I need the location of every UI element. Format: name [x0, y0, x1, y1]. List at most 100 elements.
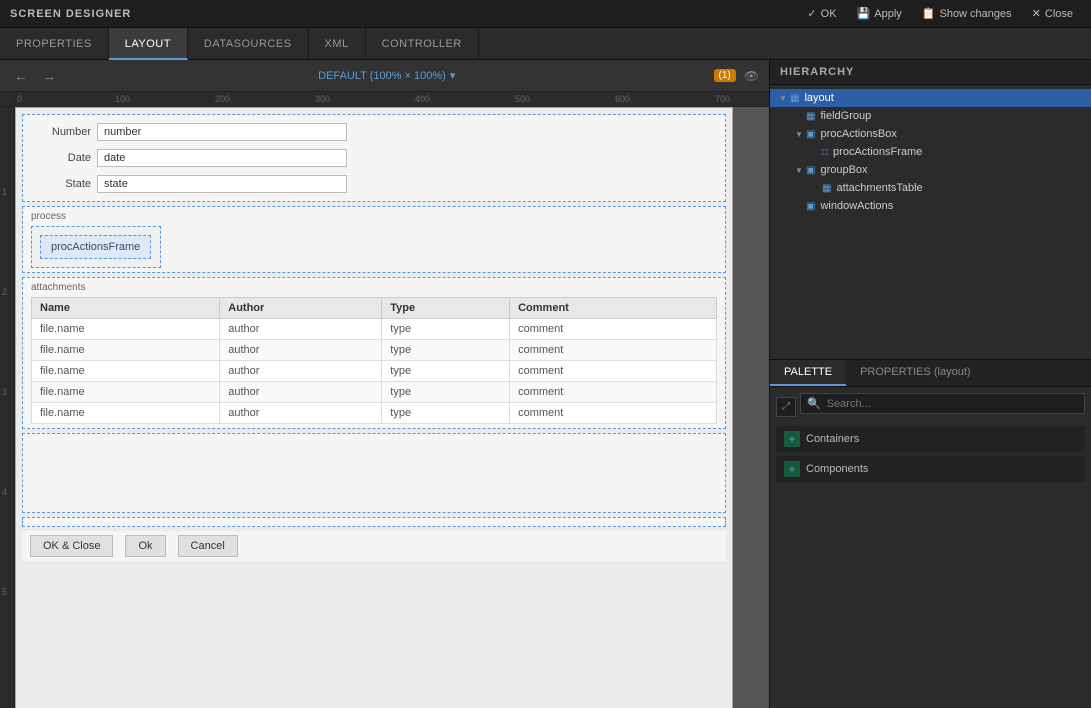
tab-xml[interactable]: XML	[309, 28, 366, 60]
title-bar: SCREEN DESIGNER ✓ OK 💾 Apply 📋 Show chan…	[0, 0, 1091, 28]
tree-icon-procActionsBox: ▣	[806, 129, 815, 140]
tree-label-groupBox: groupBox	[820, 164, 867, 176]
vertical-ruler: 1 2 3 4 5	[0, 107, 15, 708]
table-row: file.nameauthortypecomment	[32, 340, 717, 361]
table-cell: file.name	[32, 319, 220, 340]
number-row: Number	[31, 119, 717, 145]
cancel-button-form[interactable]: Cancel	[178, 535, 238, 557]
attachments-label: attachments	[31, 282, 717, 293]
eye-icon[interactable]: 👁	[744, 69, 759, 83]
components-group-label: Components	[806, 463, 868, 475]
components-group-header[interactable]: + Components	[776, 456, 1085, 482]
state-label: State	[31, 178, 91, 190]
tree-item-layout[interactable]: ▼▦ layout	[770, 89, 1091, 107]
tree-icon-attachmentsTable: ▦	[822, 183, 831, 194]
table-cell: author	[220, 382, 382, 403]
tree-item-fieldGroup[interactable]: ▦fieldGroup	[770, 107, 1091, 125]
attachments-table: Name Author Type Comment file.nameauthor…	[31, 297, 717, 424]
date-row: Date	[31, 145, 717, 171]
tab-layout[interactable]: LAYOUT	[109, 28, 188, 60]
tree-arrow-procActionsBox[interactable]: ▼	[794, 130, 804, 139]
canvas-default-label[interactable]: DEFAULT (100% × 100%) ▾	[318, 69, 455, 82]
disk-icon: 💾	[857, 7, 871, 20]
table-row: file.nameauthortypecomment	[32, 361, 717, 382]
changes-icon: 📋	[922, 7, 936, 20]
table-cell: comment	[510, 403, 717, 424]
palette-tabs: PALETTE PROPERTIES (layout)	[770, 360, 1091, 387]
containers-group-label: Containers	[806, 433, 859, 445]
components-expand-btn[interactable]: +	[784, 461, 800, 477]
hierarchy-title: HIERARCHY	[770, 60, 1091, 85]
table-cell: comment	[510, 340, 717, 361]
table-cell: type	[382, 403, 510, 424]
tree-item-attachmentsTable[interactable]: ▦attachmentsTable	[770, 179, 1091, 197]
table-cell: author	[220, 403, 382, 424]
table-cell: comment	[510, 319, 717, 340]
ok-close-button[interactable]: OK & Close	[30, 535, 113, 557]
process-label: process	[31, 211, 717, 222]
containers-expand-btn[interactable]: +	[784, 431, 800, 447]
tree-icon-fieldGroup: ▦	[806, 111, 815, 122]
canvas-scroll[interactable]: Number Date State	[15, 107, 769, 708]
undo-button[interactable]: ←	[10, 66, 32, 86]
tree-label-layout: layout	[804, 92, 833, 104]
tree-item-groupBox[interactable]: ▼▣groupBox	[770, 161, 1091, 179]
containers-group-header[interactable]: + Containers	[776, 426, 1085, 452]
table-cell: author	[220, 340, 382, 361]
tree-item-procActionsBox[interactable]: ▼▣ procActionsBox	[770, 125, 1091, 143]
date-label: Date	[31, 152, 91, 164]
tab-properties[interactable]: PROPERTIES	[0, 28, 109, 60]
spacer-area	[22, 433, 726, 513]
check-icon: ✓	[807, 7, 816, 20]
table-cell: file.name	[32, 361, 220, 382]
tree-label-procActionsBox: procActionsBox	[820, 128, 896, 140]
ok-button-form[interactable]: Ok	[125, 535, 165, 557]
hierarchy-tree: ▼▦layout▦fieldGroup▼▣procActionsBox□proc…	[770, 85, 1091, 219]
horizontal-ruler: 0 100 200 300 400 500 600 700	[15, 92, 769, 107]
process-section: process procActionsFrame	[22, 206, 726, 273]
table-cell: author	[220, 361, 382, 382]
table-cell: author	[220, 319, 382, 340]
palette-content: ⤢ 🔍 + Containers +	[770, 387, 1091, 708]
table-cell: file.name	[32, 382, 220, 403]
tree-item-windowActions[interactable]: ▣windowActions	[770, 197, 1091, 215]
tree-item-procActionsFrame[interactable]: □procActionsFrame	[770, 143, 1091, 161]
tree-arrow-groupBox[interactable]: ▼	[794, 166, 804, 175]
palette-search-box: 🔍	[800, 393, 1085, 414]
tree-label-procActionsFrame: procActionsFrame	[833, 146, 922, 158]
ok-button[interactable]: ✓ OK	[799, 4, 844, 23]
hierarchy-panel: HIERARCHY ▼▦layout▦fieldGroup▼▣procActio…	[770, 60, 1091, 360]
apply-button[interactable]: 💾 Apply	[849, 4, 910, 23]
col-author: Author	[220, 298, 382, 319]
col-type: Type	[382, 298, 510, 319]
expand-palette-button[interactable]: ⤢	[776, 397, 796, 417]
number-input[interactable]	[97, 123, 347, 141]
table-cell: type	[382, 361, 510, 382]
state-input[interactable]	[97, 175, 347, 193]
date-input[interactable]	[97, 149, 347, 167]
close-button[interactable]: ✕ Close	[1024, 4, 1081, 23]
tab-palette[interactable]: PALETTE	[770, 360, 846, 386]
tab-datasources[interactable]: DATASOURCES	[188, 28, 309, 60]
chevron-down-icon: ▾	[450, 69, 456, 82]
table-cell: comment	[510, 361, 717, 382]
palette-search-input[interactable]	[827, 398, 1078, 410]
col-name: Name	[32, 298, 220, 319]
field-group-section: Number Date State	[22, 114, 726, 202]
redo-button[interactable]: →	[38, 66, 60, 86]
palette-group-components: + Components	[776, 456, 1085, 482]
tree-arrow-layout[interactable]: ▼	[778, 94, 788, 103]
col-comment: Comment	[510, 298, 717, 319]
bottom-dashed	[22, 517, 726, 527]
tab-controller[interactable]: CONTROLLER	[366, 28, 479, 60]
close-icon: ✕	[1032, 7, 1041, 20]
tab-properties-layout[interactable]: PROPERTIES (layout)	[846, 360, 984, 386]
table-cell: type	[382, 319, 510, 340]
search-icon: 🔍	[807, 397, 821, 410]
tree-icon-layout: ▦	[790, 93, 799, 104]
proc-actions-frame[interactable]: procActionsFrame	[40, 235, 151, 259]
show-changes-button[interactable]: 📋 Show changes	[914, 4, 1020, 23]
app-title: SCREEN DESIGNER	[10, 8, 131, 20]
palette-group-containers: + Containers	[776, 426, 1085, 452]
canvas-right-actions: (1) 👁	[714, 69, 759, 83]
